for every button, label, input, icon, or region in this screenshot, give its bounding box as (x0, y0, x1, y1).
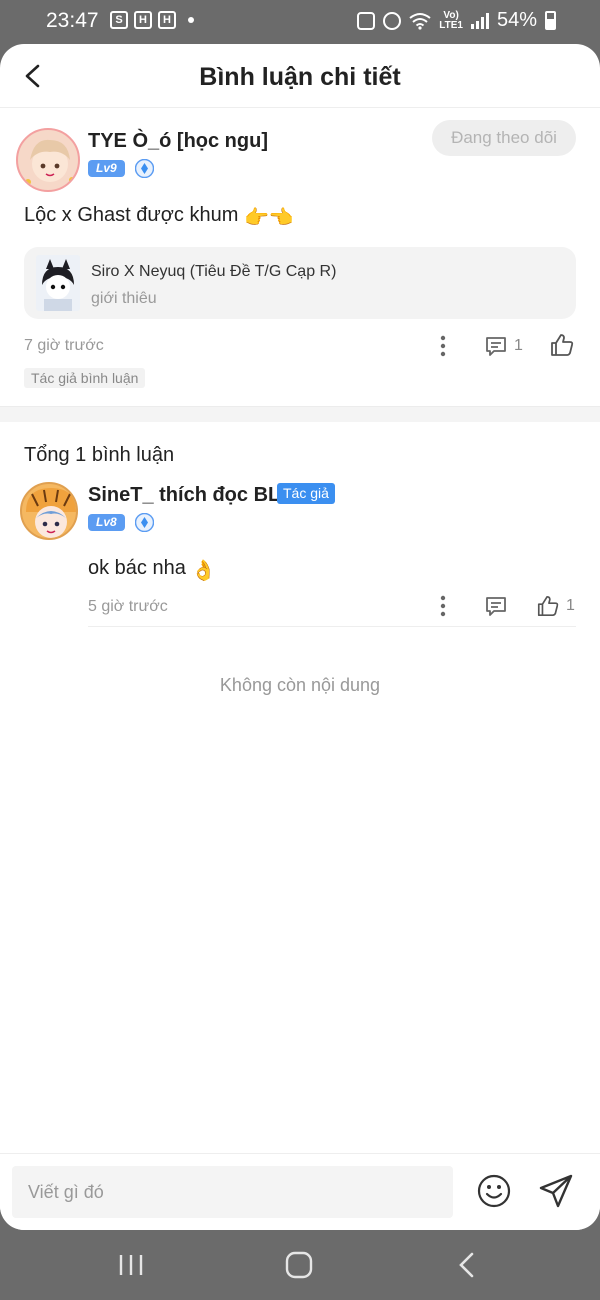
like-icon[interactable] (549, 332, 575, 358)
status-time: 23:47 (46, 9, 99, 32)
system-nav-bar (0, 1230, 600, 1300)
signal-icon (470, 12, 489, 29)
notification-icons: S H H (110, 11, 194, 29)
comment-input[interactable] (12, 1166, 453, 1218)
author-badge: Tác giả (277, 483, 335, 504)
app-h-icon: H (134, 11, 152, 29)
reply-author-name[interactable]: SineT_ thích đọc BL (88, 484, 280, 507)
alarm-icon (383, 11, 402, 30)
reply-count: 1 (514, 337, 523, 354)
header: Bình luận chi tiết (0, 44, 600, 108)
send-icon[interactable] (538, 1173, 574, 1209)
reply-body: ok bác nha (88, 557, 186, 579)
status-bar: 23:47 S H H Vo) LTE1 54% (0, 0, 600, 44)
system-icons: Vo) LTE1 54% (357, 9, 556, 32)
reply-text: ok bác nha 👌 (88, 557, 216, 583)
comment-text: Lộc x Ghast được khum 👉👈 (24, 204, 294, 230)
author-name[interactable]: TYE Ò_ó [học ngu] (88, 130, 268, 153)
like-icon (537, 595, 559, 617)
avatar[interactable] (20, 482, 78, 540)
level-badge: Lv9 (88, 160, 125, 177)
book-subtitle: giới thiêu (91, 290, 157, 307)
book-cover-illustration (36, 255, 80, 311)
diamond-icon (135, 159, 154, 178)
reply-button[interactable]: 1 (484, 334, 523, 358)
more-notifications-icon (188, 17, 194, 23)
level-badge: Lv8 (88, 514, 125, 531)
avatar-illustration (25, 139, 75, 185)
main-comment: TYE Ò_ó [học ngu] Lv9 Đang theo dõi Lộc … (0, 108, 600, 406)
reply-time: 5 giờ trước (88, 598, 168, 615)
comment-input-bar (0, 1153, 600, 1230)
recent-apps-icon[interactable] (111, 1250, 151, 1280)
replies-count: Tổng 1 bình luận (24, 444, 175, 466)
book-card[interactable]: Siro X Neyuq (Tiêu Đề T/G Cạp R) giới th… (24, 247, 576, 319)
app-screen: Bình luận chi tiết TYE Ò_ó [học ngu] Lv9… (0, 44, 600, 1230)
shopee-icon: S (110, 11, 128, 29)
pointing-fingers-emoji: 👉👈 (243, 207, 294, 229)
battery-percent: 54% (496, 9, 537, 31)
book-title: Siro X Neyuq (Tiêu Đề T/G Cạp R) (91, 263, 337, 280)
like-button[interactable]: 1 (536, 594, 575, 618)
more-options-icon[interactable] (437, 594, 449, 618)
upload-icon (357, 11, 376, 30)
author-comment-tag: Tác giả bình luận (24, 368, 146, 388)
comment-icon[interactable] (484, 594, 508, 618)
more-options-icon[interactable] (437, 334, 449, 358)
home-icon[interactable] (279, 1250, 319, 1280)
replies-section: Tổng 1 bình luận SineT_ thích đọc BL Tác… (0, 422, 600, 742)
back-nav-icon[interactable] (447, 1250, 487, 1280)
avatar-illustration (26, 488, 76, 538)
like-count: 1 (566, 597, 575, 614)
reply-separator (88, 626, 576, 627)
ok-hand-emoji: 👌 (191, 560, 217, 582)
end-of-content: Không còn nội dung (219, 675, 381, 695)
page-title: Bình luận chi tiết (199, 63, 401, 91)
comment-body: Lộc x Ghast được khum (24, 204, 239, 226)
section-divider (0, 406, 600, 422)
smiley-icon[interactable] (477, 1174, 511, 1208)
network-label: Vo) LTE1 (439, 9, 463, 31)
avatar[interactable] (16, 128, 80, 192)
battery-icon (545, 11, 556, 30)
comment-icon (486, 337, 506, 356)
app-h-icon: H (158, 11, 176, 29)
diamond-icon (135, 513, 154, 532)
wifi-icon (409, 12, 431, 30)
book-cover (36, 255, 80, 311)
follow-button[interactable]: Đang theo dõi (432, 120, 576, 156)
comment-time: 7 giờ trước (24, 337, 104, 354)
